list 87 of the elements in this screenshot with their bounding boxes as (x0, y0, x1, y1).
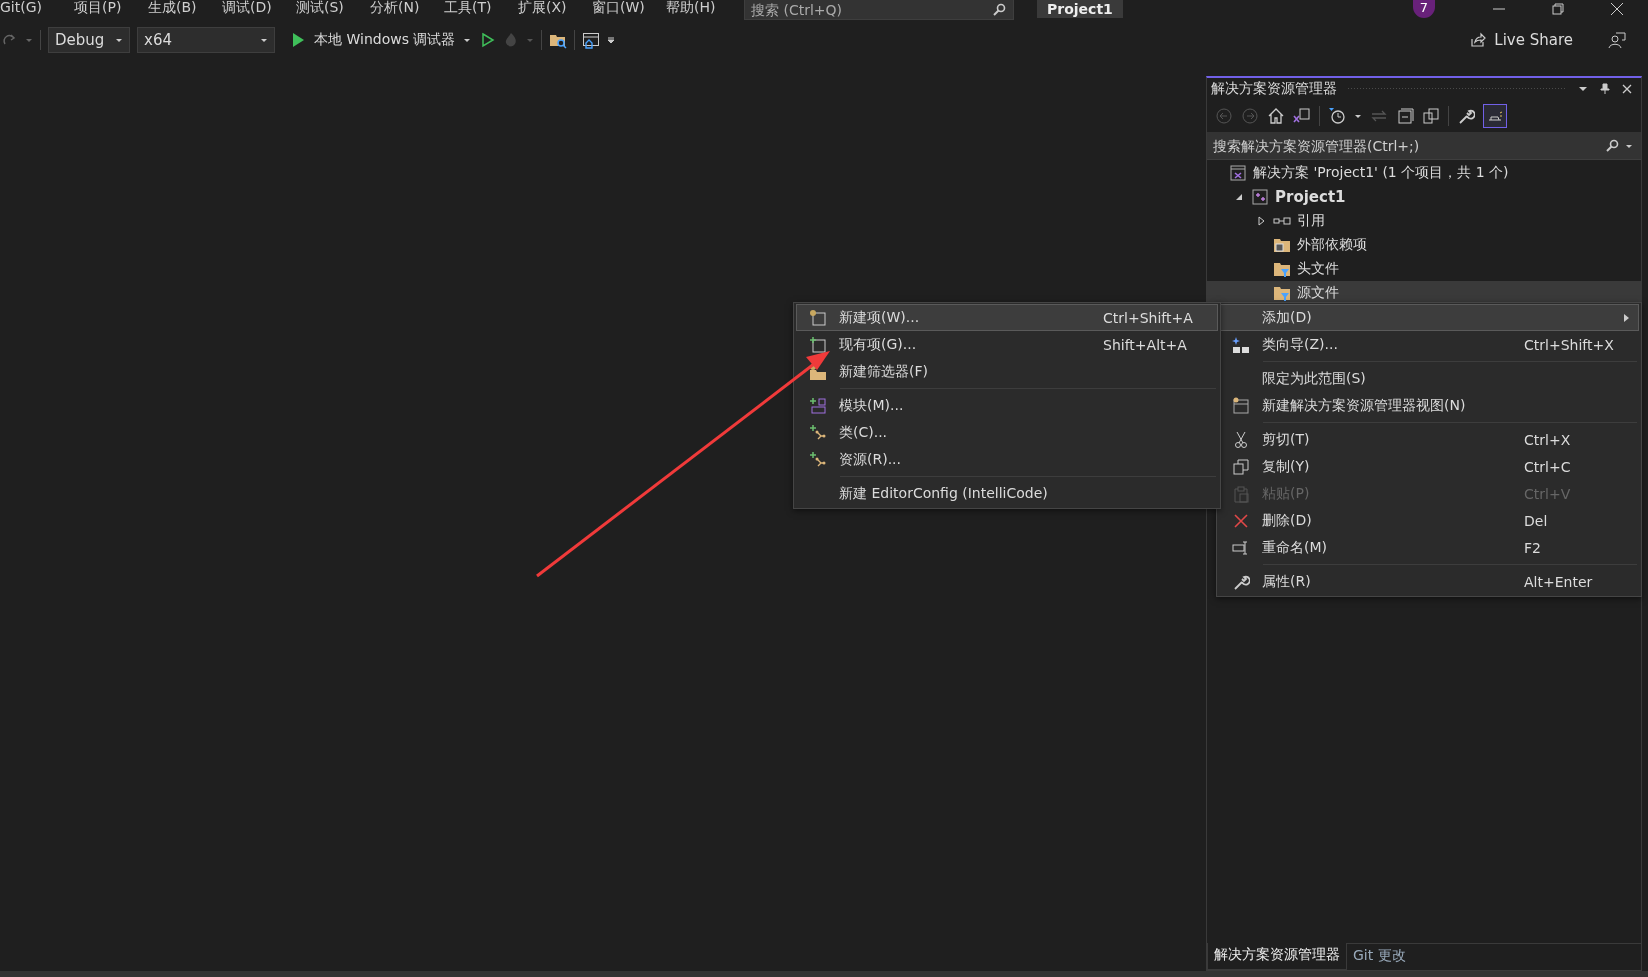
scissors-icon (1232, 430, 1250, 449)
menu-item[interactable]: 重命名(M) F2 (1219, 534, 1639, 561)
submenu-arrow-icon (1622, 312, 1630, 323)
delete-icon (1232, 511, 1250, 530)
configuration-dropdown[interactable]: Debug (48, 27, 130, 53)
share-icon (1470, 32, 1487, 48)
menu-item[interactable]: 工具(T) (444, 0, 518, 15)
caret-icon[interactable] (1354, 112, 1362, 120)
menu-item[interactable]: 复制(Y) Ctrl+C (1219, 453, 1639, 480)
menu-item[interactable]: 调试(D) (222, 0, 296, 15)
new-item-icon (809, 308, 827, 327)
add-item-icon (809, 335, 827, 354)
switch-views-icon[interactable] (1293, 107, 1311, 125)
search-field[interactable]: 搜索 (Ctrl+Q) (744, 0, 1014, 20)
menu-item[interactable]: 窗口(W) (592, 0, 666, 15)
tree-item[interactable]: 解决方案 'Project1' (1 个项目，共 1 个) (1207, 161, 1641, 185)
menu-item[interactable]: 模块(M)... (796, 392, 1218, 419)
menu-item[interactable]: 项目(P) (74, 0, 148, 15)
wrench-icon[interactable] (1457, 107, 1475, 125)
menu-item[interactable]: 扩展(X) (518, 0, 592, 15)
expanded-icon[interactable] (1234, 192, 1244, 202)
menu-item[interactable]: 新建项(W)... Ctrl+Shift+A (796, 304, 1218, 331)
window-icon[interactable] (582, 31, 601, 49)
restore-icon[interactable] (1551, 2, 1565, 16)
tree-item[interactable]: Project1 (1207, 185, 1641, 209)
panel-tab[interactable]: 解决方案资源管理器 (1207, 943, 1347, 970)
start-debugging-button[interactable]: 本地 Windows 调试器 (288, 31, 474, 49)
collapsed-icon[interactable] (1256, 216, 1266, 226)
menu-item[interactable]: 添加(D) (1219, 304, 1639, 331)
preview-toggle[interactable] (1483, 104, 1507, 128)
search-icon (992, 3, 1006, 17)
run-icon[interactable] (480, 32, 497, 48)
clipboard-icon (1232, 484, 1250, 503)
class-wizard-icon (1232, 335, 1250, 354)
account-avatar[interactable]: 7 (1413, 0, 1435, 18)
history-icon[interactable] (1328, 107, 1346, 125)
search-icon (1605, 139, 1619, 153)
copies-icon[interactable] (1422, 107, 1440, 125)
feedback-icon[interactable] (1608, 31, 1626, 49)
filter-folder-icon (1273, 284, 1291, 302)
play-icon (290, 32, 306, 48)
caret-icon[interactable] (1625, 142, 1633, 150)
menu-item[interactable]: 类(C)... (796, 419, 1218, 446)
rename-icon (1232, 538, 1250, 557)
menu-item[interactable]: 现有项(G)... Shift+Alt+A (796, 331, 1218, 358)
menu-item[interactable]: 类向导(Z)... Ctrl+Shift+X (1219, 331, 1639, 358)
tree-item[interactable]: 外部依赖项 (1207, 233, 1641, 257)
project-icon (1251, 188, 1269, 206)
live-share-button[interactable]: Live Share (1464, 30, 1579, 50)
menu-item[interactable]: 限定为此范围(S) (1219, 365, 1639, 392)
menu-item[interactable]: 帮助(H) (666, 0, 740, 15)
caret-icon (260, 36, 268, 44)
menu-item[interactable]: 资源(R)... (796, 446, 1218, 473)
project-title: Project1 (1037, 0, 1123, 18)
menu-item[interactable]: 属性(R) Alt+Enter (1219, 568, 1639, 595)
folder-icon (1273, 236, 1291, 254)
class-icon (809, 423, 827, 442)
tree-item[interactable]: 头文件 (1207, 257, 1641, 281)
menu-item[interactable]: 删除(D) Del (1219, 507, 1639, 534)
class-icon (809, 450, 827, 469)
filter-folder-icon (1273, 260, 1291, 278)
close-icon[interactable] (1621, 83, 1633, 95)
menu-item[interactable]: 新建解决方案资源管理器视图(N) (1219, 392, 1639, 419)
solution-icon (1229, 164, 1247, 182)
menu-item[interactable]: 新建 EditorConfig (IntelliCode) (796, 480, 1218, 507)
new-window-icon (1232, 396, 1250, 415)
tree-item[interactable]: 引用 (1207, 209, 1641, 233)
copy-icon (1232, 457, 1250, 476)
menu-item[interactable]: Git(G) (0, 0, 74, 15)
menu-item[interactable]: 剪切(T) Ctrl+X (1219, 426, 1639, 453)
panel-title: 解决方案资源管理器 (1211, 80, 1337, 98)
home-icon[interactable] (1267, 107, 1285, 125)
tree-item[interactable]: 源文件 (1207, 281, 1641, 305)
menu-item[interactable]: 生成(B) (148, 0, 222, 15)
caret-icon (463, 36, 472, 44)
caret-icon (115, 36, 123, 44)
collapse-all-icon[interactable] (1396, 107, 1414, 125)
search-field[interactable]: 搜索解决方案资源管理器(Ctrl+;) (1207, 132, 1641, 160)
close-icon[interactable] (1610, 2, 1624, 16)
overflow-icon[interactable] (607, 36, 616, 44)
pin-icon[interactable] (1599, 83, 1611, 95)
panel-tab[interactable]: Git 更改 (1347, 944, 1412, 970)
module-icon (809, 396, 827, 415)
menu-item[interactable]: 新建筛选器(F) (796, 358, 1218, 385)
menu-item[interactable]: 测试(S) (296, 0, 370, 15)
platform-dropdown[interactable]: x64 (137, 27, 275, 53)
menu-item[interactable]: 分析(N) (370, 0, 444, 15)
